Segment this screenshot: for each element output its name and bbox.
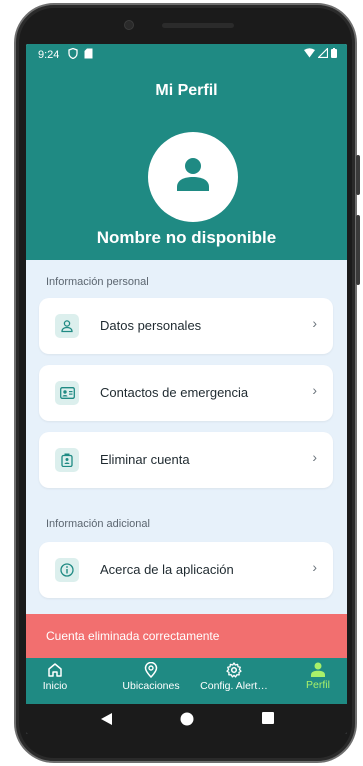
status-notification-icons xyxy=(68,48,93,59)
nav-item-config-alertas[interactable]: Config. Alert… xyxy=(192,662,276,692)
menu-item-label: Datos personales xyxy=(100,318,202,333)
gear-icon xyxy=(226,662,242,678)
shield-icon xyxy=(68,48,78,59)
wifi-icon xyxy=(304,48,315,58)
person-icon xyxy=(311,662,325,677)
section-label-personal: Información personal xyxy=(46,276,149,288)
chevron-right-icon: › xyxy=(312,559,317,575)
nav-label: Inicio xyxy=(42,680,68,692)
delete-account-icon xyxy=(55,448,79,472)
snackbar-message: Cuenta eliminada correctamente xyxy=(46,629,220,643)
chevron-right-icon: › xyxy=(312,449,317,465)
user-name: Nombre no disponible xyxy=(96,228,277,247)
menu-item-label: Contactos de emergencia xyxy=(100,385,249,400)
system-navigation-bar xyxy=(26,704,347,734)
nav-item-ubicaciones[interactable]: Ubicaciones xyxy=(114,662,188,692)
recents-icon[interactable] xyxy=(262,712,274,724)
earpiece-speaker xyxy=(162,23,234,28)
home-circle-icon[interactable] xyxy=(180,712,194,726)
menu-item-label: Eliminar cuenta xyxy=(100,452,190,467)
back-icon[interactable] xyxy=(100,712,113,726)
menu-item-label: Acerca de la aplicación xyxy=(100,562,234,577)
chevron-right-icon: › xyxy=(312,382,317,398)
menu-item-personal-data[interactable]: Datos personales › xyxy=(39,298,333,354)
profile-header: 9:24 Mi Perfil Nombre no disponible xyxy=(26,44,347,260)
menu-item-about-app[interactable]: Acerca de la aplicación › xyxy=(39,542,333,598)
avatar[interactable] xyxy=(148,132,238,222)
contact-card-icon xyxy=(55,381,79,405)
bottom-navigation: Inicio Ubicaciones Config. Alert… Perfil xyxy=(26,658,347,704)
app-screen: 9:24 Mi Perfil Nombre no disponible Info… xyxy=(26,44,347,734)
person-icon xyxy=(55,314,79,338)
signal-icon xyxy=(318,48,328,58)
nav-label: Config. Alert… xyxy=(200,680,268,692)
home-icon xyxy=(48,663,62,677)
menu-item-emergency-contacts[interactable]: Contactos de emergencia › xyxy=(39,365,333,421)
power-button xyxy=(356,215,360,285)
sd-card-icon xyxy=(84,48,93,59)
nav-label: Ubicaciones xyxy=(122,680,180,692)
page-title: Mi Perfil xyxy=(155,82,218,99)
person-icon xyxy=(177,158,209,191)
status-time: 9:24 xyxy=(38,49,60,61)
status-bar: 9:24 xyxy=(26,44,347,64)
front-camera xyxy=(124,20,134,30)
volume-button xyxy=(356,155,360,195)
snackbar: Cuenta eliminada correctamente xyxy=(26,614,347,658)
nav-item-inicio[interactable]: Inicio xyxy=(38,662,72,692)
nav-label: Perfil xyxy=(306,679,330,691)
status-system-icons xyxy=(304,48,337,58)
chevron-right-icon: › xyxy=(312,315,317,331)
menu-item-delete-account[interactable]: Eliminar cuenta › xyxy=(39,432,333,488)
nav-item-perfil[interactable]: Perfil xyxy=(300,662,336,691)
location-pin-icon xyxy=(144,662,158,678)
section-label-additional: Información adicional xyxy=(46,518,150,530)
info-icon xyxy=(55,558,79,582)
battery-icon xyxy=(331,48,337,58)
